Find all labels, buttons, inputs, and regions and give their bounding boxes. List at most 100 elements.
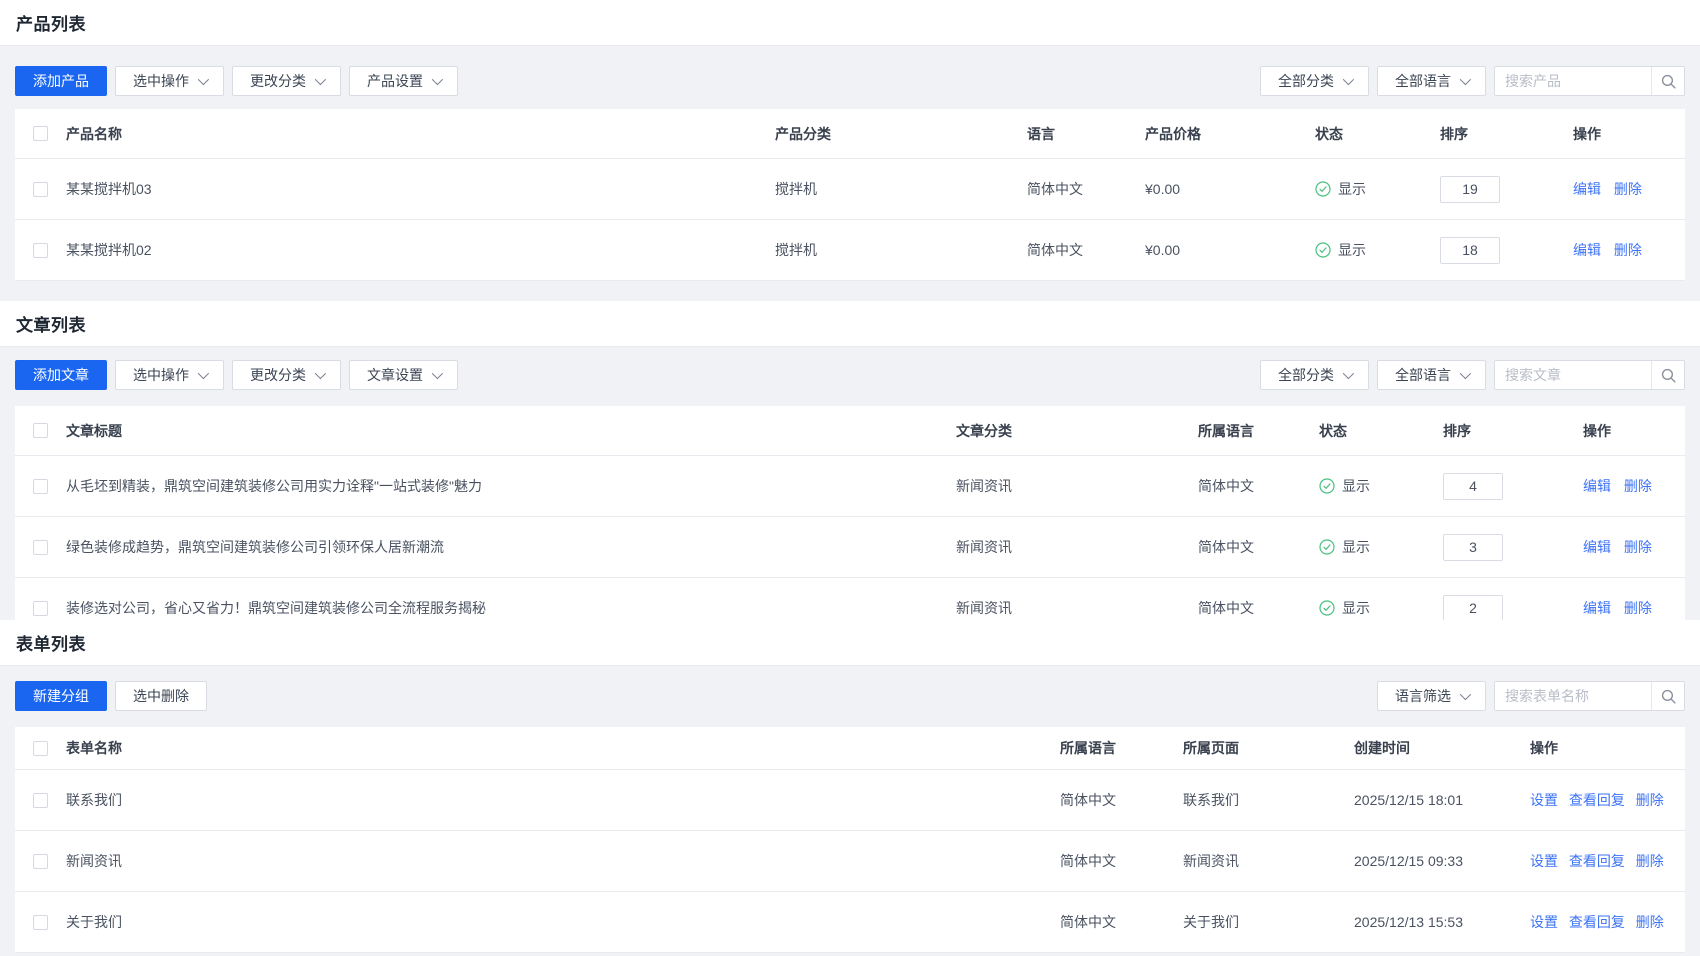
row-checkbox[interactable] [33,601,48,616]
delete-link[interactable]: 删除 [1636,792,1664,808]
product-settings-dropdown[interactable]: 产品设置 [349,66,458,96]
edit-link[interactable]: 编辑 [1573,242,1601,258]
sort-order-input[interactable] [1443,595,1503,621]
settings-link[interactable]: 设置 [1530,792,1558,808]
articles-table: 文章标题 文章分类 所属语言 状态 排序 操作 从毛坯到精装，鼎筑空间建筑装修公… [15,406,1685,620]
product-name: 某某搅拌机03 [66,179,152,199]
products-page-title: 产品列表 [16,10,86,35]
check-circle-icon [1315,242,1331,258]
form-page: 新闻资讯 [1183,851,1354,871]
sort-order-input[interactable] [1443,534,1503,561]
product-language-filter-dropdown[interactable]: 全部语言 [1377,66,1486,96]
search-icon[interactable] [1651,682,1684,710]
product-change-category-dropdown[interactable]: 更改分类 [232,66,341,96]
form-name: 关于我们 [66,912,122,932]
column-header: 产品名称 [66,124,122,144]
product-select-action-dropdown[interactable]: 选中操作 [115,66,224,96]
article-category: 新闻资讯 [956,598,1198,618]
forms-toolbar: 新建分组 选中删除 语言筛选 [0,666,1700,727]
edit-link[interactable]: 编辑 [1583,600,1611,616]
product-category: 搅拌机 [775,179,1027,199]
article-category-filter-dropdown[interactable]: 全部分类 [1260,360,1369,390]
delete-link[interactable]: 删除 [1614,242,1642,258]
product-language: 简体中文 [1027,179,1145,199]
form-search-input[interactable] [1495,682,1651,710]
settings-link[interactable]: 设置 [1530,853,1558,869]
product-search [1494,66,1685,96]
chevron-down-icon [315,368,326,379]
form-name: 联系我们 [66,790,122,810]
chevron-down-icon [198,74,209,85]
edit-link[interactable]: 编辑 [1573,181,1601,197]
column-header: 所属语言 [1198,421,1319,441]
edit-link[interactable]: 编辑 [1583,478,1611,494]
table-row: 从毛坯到精装，鼎筑空间建筑装修公司用实力诠释"一站式装修"魅力 新闻资讯 简体中… [15,456,1685,517]
delete-selected-button[interactable]: 选中删除 [115,681,207,711]
delete-link[interactable]: 删除 [1624,600,1652,616]
form-language-filter-dropdown[interactable]: 语言筛选 [1377,681,1486,711]
column-header: 创建时间 [1354,738,1530,758]
forms-title-bar: 表单列表 [0,620,1700,666]
article-search-input[interactable] [1495,361,1651,389]
form-language: 简体中文 [1060,912,1183,932]
row-checkbox[interactable] [33,540,48,555]
view-replies-link[interactable]: 查看回复 [1569,853,1625,869]
article-title: 从毛坯到精装，鼎筑空间建筑装修公司用实力诠释"一站式装修"魅力 [66,476,482,496]
form-page: 联系我们 [1183,790,1354,810]
column-header: 产品价格 [1145,124,1315,144]
row-checkbox[interactable] [33,854,48,869]
article-settings-dropdown[interactable]: 文章设置 [349,360,458,390]
form-created-time: 2025/12/15 09:33 [1354,853,1530,869]
delete-link[interactable]: 删除 [1614,181,1642,197]
product-price: ¥0.00 [1145,181,1315,197]
chevron-down-icon [1460,74,1471,85]
articles-title-bar: 文章列表 [0,301,1700,347]
table-row: 某某搅拌机02 搅拌机 简体中文 ¥0.00 显示 编辑 删除 [15,220,1685,281]
sort-order-input[interactable] [1443,473,1503,500]
row-checkbox[interactable] [33,479,48,494]
delete-link[interactable]: 删除 [1624,539,1652,555]
sort-order-input[interactable] [1440,176,1500,203]
select-all-checkbox[interactable] [33,126,48,141]
product-category: 搅拌机 [775,240,1027,260]
new-group-button[interactable]: 新建分组 [15,681,107,711]
view-replies-link[interactable]: 查看回复 [1569,914,1625,930]
delete-link[interactable]: 删除 [1636,914,1664,930]
article-select-action-dropdown[interactable]: 选中操作 [115,360,224,390]
search-icon[interactable] [1651,67,1684,95]
delete-link[interactable]: 删除 [1624,478,1652,494]
column-header: 状态 [1315,124,1440,144]
settings-link[interactable]: 设置 [1530,914,1558,930]
view-replies-link[interactable]: 查看回复 [1569,792,1625,808]
product-category-filter-dropdown[interactable]: 全部分类 [1260,66,1369,96]
chevron-down-icon [1460,689,1471,700]
select-all-checkbox[interactable] [33,423,48,438]
product-search-input[interactable] [1495,67,1651,95]
article-language: 简体中文 [1198,598,1319,618]
search-icon[interactable] [1651,361,1684,389]
row-checkbox[interactable] [33,182,48,197]
chevron-down-icon [1460,368,1471,379]
article-language-filter-dropdown[interactable]: 全部语言 [1377,360,1486,390]
column-header: 操作 [1583,421,1685,441]
product-name: 某某搅拌机02 [66,240,152,260]
products-title-bar: 产品列表 [0,0,1700,46]
add-product-button[interactable]: 添加产品 [15,66,107,96]
edit-link[interactable]: 编辑 [1583,539,1611,555]
products-toolbar: 添加产品 选中操作 更改分类 产品设置 全部分类 全部语言 [0,46,1700,109]
product-language: 简体中文 [1027,240,1145,260]
chevron-down-icon [1343,368,1354,379]
row-checkbox[interactable] [33,243,48,258]
article-title: 绿色装修成趋势，鼎筑空间建筑装修公司引领环保人居新潮流 [66,537,444,557]
row-checkbox[interactable] [33,793,48,808]
column-header: 文章标题 [66,421,122,441]
sort-order-input[interactable] [1440,237,1500,264]
row-checkbox[interactable] [33,915,48,930]
table-row: 装修选对公司，省心又省力！鼎筑空间建筑装修公司全流程服务揭秘 新闻资讯 简体中文… [15,578,1685,620]
delete-link[interactable]: 删除 [1636,853,1664,869]
article-change-category-dropdown[interactable]: 更改分类 [232,360,341,390]
table-row: 新闻资讯 简体中文 新闻资讯 2025/12/15 09:33 设置 查看回复 … [15,831,1685,892]
select-all-checkbox[interactable] [33,741,48,756]
add-article-button[interactable]: 添加文章 [15,360,107,390]
form-created-time: 2025/12/13 15:53 [1354,914,1530,930]
